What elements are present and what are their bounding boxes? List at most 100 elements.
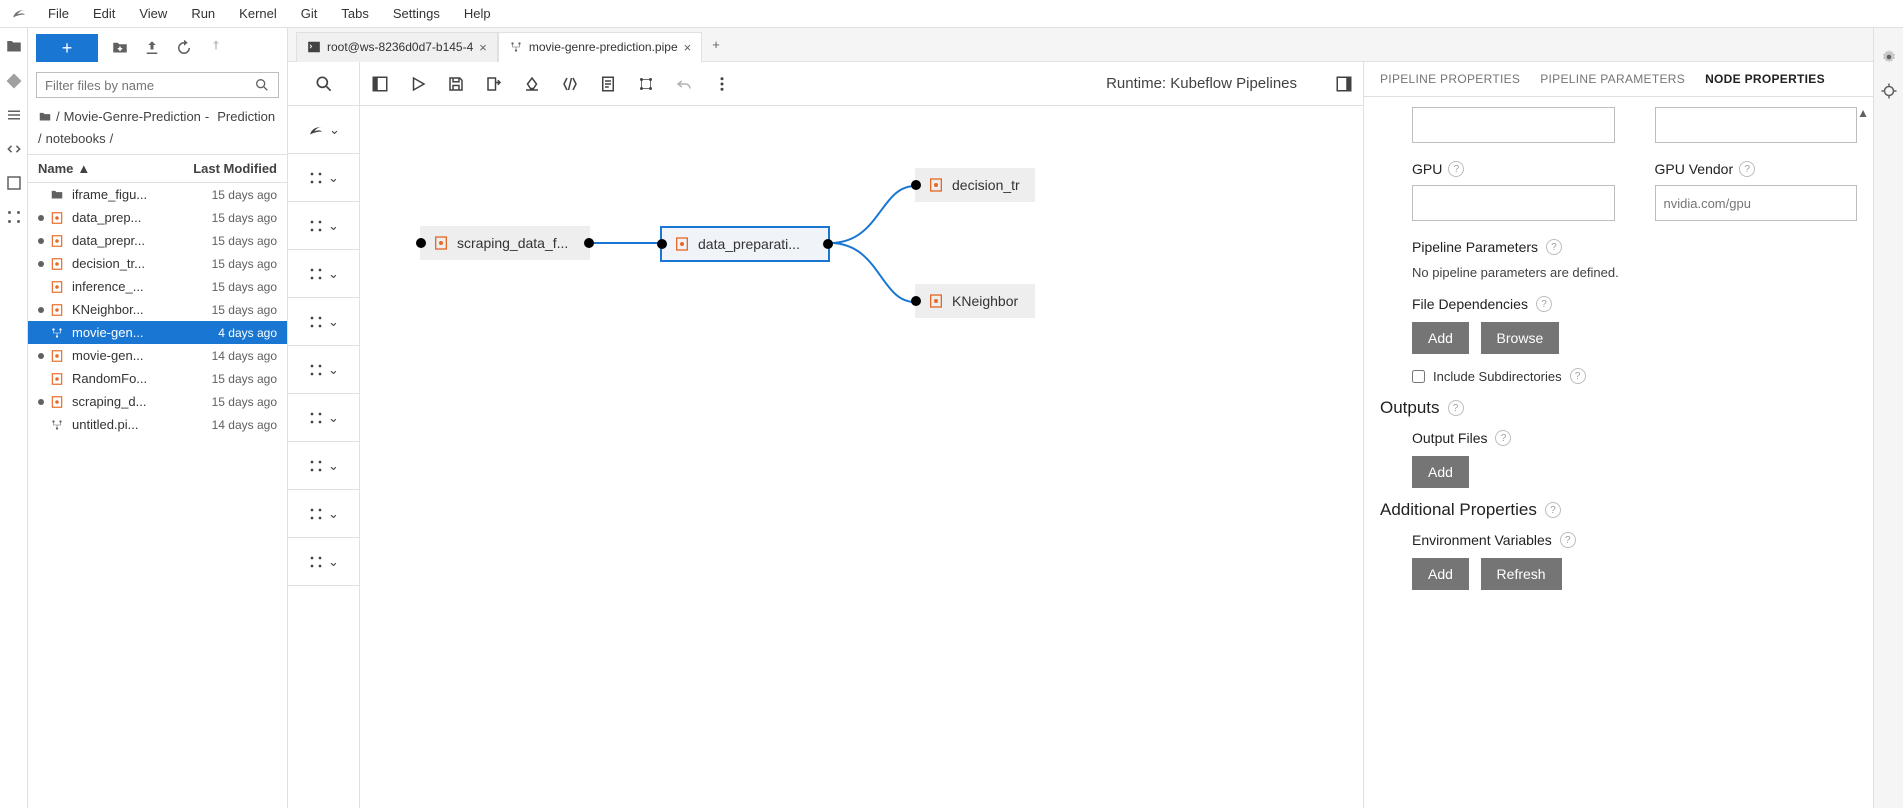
toggle-palette-icon[interactable] (370, 74, 390, 94)
file-row[interactable]: movie-gen...4 days ago (28, 321, 287, 344)
close-icon[interactable]: × (684, 40, 692, 55)
help-icon[interactable]: ? (1536, 296, 1552, 312)
tab-terminal[interactable]: root@ws-8236d0d7-b145-4 × (296, 32, 498, 62)
palette-category[interactable]: ⌄ (288, 346, 359, 394)
menu-settings[interactable]: Settings (381, 0, 452, 27)
more-icon[interactable] (712, 74, 732, 94)
toggle-panel-icon[interactable] (1335, 75, 1353, 93)
menu-tabs[interactable]: Tabs (329, 0, 380, 27)
pipeline-canvas[interactable]: scraping_data_f... data_preparati... dec… (360, 106, 1363, 808)
help-icon[interactable]: ? (1448, 400, 1464, 416)
tab-pipeline-properties[interactable]: PIPELINE PROPERTIES (1380, 72, 1520, 86)
help-icon[interactable]: ? (1495, 430, 1511, 446)
refresh-env-button[interactable]: Refresh (1481, 558, 1562, 590)
components-icon[interactable] (5, 208, 23, 226)
add-tab-button[interactable]: + (702, 37, 730, 52)
runtime-icon[interactable] (5, 174, 23, 192)
palette-category[interactable]: ⌄ (288, 490, 359, 538)
undo-icon[interactable] (674, 74, 694, 94)
breadcrumb[interactable]: / Movie-Genre-Prediction- Prediction / n… (28, 102, 287, 154)
arrange-icon[interactable] (636, 74, 656, 94)
help-icon[interactable]: ? (1739, 161, 1755, 177)
file-row[interactable]: iframe_figu...15 days ago (28, 183, 287, 206)
snippet-icon[interactable] (560, 74, 580, 94)
gpu-vendor-input[interactable] (1655, 185, 1858, 221)
menu-git[interactable]: Git (289, 0, 330, 27)
palette-category[interactable]: ⌄ (288, 298, 359, 346)
file-row[interactable]: untitled.pi...14 days ago (28, 413, 287, 436)
palette-category-elyra[interactable]: ⌄ (288, 106, 359, 154)
palette-category[interactable]: ⌄ (288, 154, 359, 202)
save-icon[interactable] (446, 74, 466, 94)
palette-category[interactable]: ⌄ (288, 202, 359, 250)
breadcrumb-part[interactable]: Prediction (217, 108, 275, 126)
tab-label: movie-genre-prediction.pipe (529, 40, 678, 54)
scroll-up-icon[interactable]: ▲ (1857, 106, 1869, 120)
gpu-input[interactable] (1412, 185, 1615, 221)
name-column-header[interactable]: Name (38, 161, 73, 176)
tab-pipeline[interactable]: movie-genre-prediction.pipe × (498, 32, 702, 62)
file-row[interactable]: data_prepr...15 days ago (28, 229, 287, 252)
menu-view[interactable]: View (127, 0, 179, 27)
breadcrumb-part[interactable]: Movie-Genre-Prediction (64, 108, 201, 126)
run-icon[interactable] (408, 74, 428, 94)
help-icon[interactable]: ? (1560, 532, 1576, 548)
pipeline-node[interactable]: data_preparati... (660, 226, 830, 262)
menu-kernel[interactable]: Kernel (227, 0, 289, 27)
file-row[interactable]: movie-gen...14 days ago (28, 344, 287, 367)
close-icon[interactable]: × (479, 40, 487, 55)
pipeline-node[interactable]: decision_tr (915, 168, 1035, 202)
pipeline-node[interactable]: scraping_data_f... (420, 226, 590, 260)
tab-node-properties[interactable]: NODE PROPERTIES (1705, 72, 1825, 86)
file-type-icon (50, 280, 66, 294)
memory-input[interactable] (1655, 107, 1858, 143)
file-browser-icon[interactable] (5, 38, 23, 56)
file-row[interactable]: decision_tr...15 days ago (28, 252, 287, 275)
export-icon[interactable] (484, 74, 504, 94)
palette-category[interactable]: ⌄ (288, 442, 359, 490)
toc-icon[interactable] (5, 106, 23, 124)
refresh-icon[interactable] (174, 38, 194, 58)
pipeline-node[interactable]: KNeighbor (915, 284, 1035, 318)
menu-run[interactable]: Run (179, 0, 227, 27)
add-button[interactable]: Add (1412, 322, 1469, 354)
menu-file[interactable]: File (36, 0, 81, 27)
palette-category[interactable]: ⌄ (288, 250, 359, 298)
help-icon[interactable]: ? (1448, 161, 1464, 177)
palette-category[interactable]: ⌄ (288, 538, 359, 586)
upload-icon[interactable] (142, 38, 162, 58)
debug-icon[interactable] (1880, 82, 1898, 100)
file-row[interactable]: data_prep...15 days ago (28, 206, 287, 229)
palette-category[interactable]: ⌄ (288, 394, 359, 442)
file-row[interactable]: inference_...15 days ago (28, 275, 287, 298)
file-row[interactable]: RandomFo...15 days ago (28, 367, 287, 390)
settings-gear-icon[interactable] (1880, 48, 1898, 66)
new-launcher-button[interactable]: + (36, 34, 98, 62)
new-folder-icon[interactable] (110, 38, 130, 58)
cpu-input[interactable] (1412, 107, 1615, 143)
palette: ⌄ ⌄ ⌄ ⌄ ⌄ ⌄ ⌄ ⌄ ⌄ ⌄ (288, 62, 360, 808)
help-icon[interactable]: ? (1545, 502, 1561, 518)
filter-files-input[interactable] (45, 78, 254, 93)
help-icon[interactable]: ? (1570, 368, 1586, 384)
browse-button[interactable]: Browse (1481, 322, 1560, 354)
help-icon[interactable]: ? (1546, 239, 1562, 255)
code-icon[interactable] (5, 140, 23, 158)
menu-edit[interactable]: Edit (81, 0, 127, 27)
add-env-button[interactable]: Add (1412, 558, 1469, 590)
clear-icon[interactable] (522, 74, 542, 94)
include-subdirs-checkbox[interactable] (1412, 370, 1425, 383)
file-row[interactable]: scraping_d...15 days ago (28, 390, 287, 413)
file-modified: 15 days ago (212, 211, 277, 225)
breadcrumb-part[interactable]: notebooks (46, 130, 106, 148)
git-icon[interactable] (5, 72, 23, 90)
add-output-button[interactable]: Add (1412, 456, 1469, 488)
palette-search-icon[interactable] (288, 62, 359, 106)
menu-help[interactable]: Help (452, 0, 503, 27)
tab-pipeline-parameters[interactable]: PIPELINE PARAMETERS (1540, 72, 1685, 86)
file-row[interactable]: KNeighbor...15 days ago (28, 298, 287, 321)
git-pull-icon[interactable] (206, 38, 226, 58)
doc-icon[interactable] (598, 74, 618, 94)
modified-column-header[interactable]: Last Modified (193, 161, 277, 176)
chevron-down-icon: ⌄ (328, 506, 339, 522)
